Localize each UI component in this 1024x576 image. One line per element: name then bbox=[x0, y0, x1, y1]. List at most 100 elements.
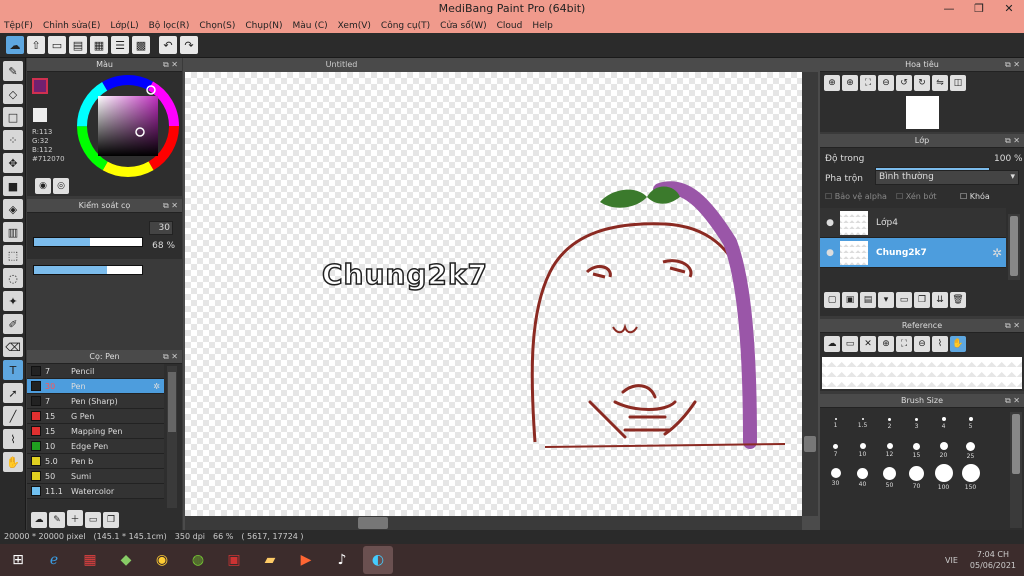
foreground-color-swatch[interactable] bbox=[32, 78, 48, 94]
gear-icon[interactable]: ✲ bbox=[992, 246, 1002, 260]
file-explorer-icon[interactable]: ▰ bbox=[255, 546, 285, 574]
restore-button[interactable]: ❐ bbox=[964, 0, 994, 18]
panel-close-icon[interactable]: ⧉ ✕ bbox=[1005, 58, 1020, 72]
hand-icon[interactable]: ✋ bbox=[3, 452, 23, 472]
brush-size-cell[interactable]: 5 bbox=[957, 410, 984, 437]
cloud-icon[interactable]: ☁ bbox=[6, 36, 24, 54]
brush-size-cell[interactable]: 7 bbox=[822, 437, 849, 464]
undo-icon[interactable]: ↶ bbox=[159, 36, 177, 54]
vertical-scrollbar[interactable] bbox=[802, 72, 818, 516]
reference-fit-icon[interactable]: ⛶ bbox=[896, 336, 912, 352]
app-red-icon[interactable]: ▣ bbox=[219, 546, 249, 574]
panel-close-icon[interactable]: ⧉ ✕ bbox=[1005, 394, 1020, 408]
layer-scrollbar[interactable] bbox=[1008, 214, 1020, 280]
panel-close-icon[interactable]: ⧉ ✕ bbox=[1005, 319, 1020, 333]
brush-size-slider[interactable] bbox=[33, 237, 143, 247]
select-rect-icon[interactable]: ⬚ bbox=[3, 245, 23, 265]
reference-close-icon[interactable]: ✕ bbox=[860, 336, 876, 352]
reference-view[interactable] bbox=[822, 357, 1022, 389]
menu-view[interactable]: Xem(V) bbox=[338, 21, 371, 31]
panel-close-icon[interactable]: ⧉ ✕ bbox=[163, 199, 178, 213]
new-1bit-layer-icon[interactable]: ▤ bbox=[860, 292, 876, 308]
menu-help[interactable]: Help bbox=[532, 21, 553, 31]
menu-file[interactable]: Tệp(F) bbox=[4, 21, 33, 31]
redo-icon[interactable]: ↷ bbox=[180, 36, 198, 54]
brush-size-cell[interactable]: 25 bbox=[957, 437, 984, 464]
transparent-color-swatch[interactable] bbox=[33, 108, 47, 122]
brush-item[interactable]: 7 Pencil bbox=[27, 364, 164, 379]
reference-hand-icon[interactable]: ✋ bbox=[950, 336, 966, 352]
brush-size-cell[interactable]: 3 bbox=[903, 410, 930, 437]
horizontal-scrollbar[interactable] bbox=[185, 516, 802, 530]
brush-size-cell[interactable]: 30 bbox=[822, 464, 849, 491]
menu-filter[interactable]: Bộ lọc(R) bbox=[149, 21, 190, 31]
medibang-icon[interactable]: ◐ bbox=[363, 546, 393, 574]
brush-size-cell[interactable]: 70 bbox=[903, 464, 930, 491]
brush-size-cell[interactable]: 4 bbox=[930, 410, 957, 437]
canvas[interactable]: Chung2k7 bbox=[185, 72, 802, 516]
bucket-icon[interactable]: ◈ bbox=[3, 199, 23, 219]
delete-layer-icon[interactable]: 🗑 bbox=[950, 292, 966, 308]
brush-item[interactable]: 5.0 Pen b bbox=[27, 454, 164, 469]
flip-icon[interactable]: ⇋ bbox=[932, 75, 948, 91]
menu-edit[interactable]: Chỉnh sửa(E) bbox=[43, 21, 100, 31]
move-icon[interactable]: ✥ bbox=[3, 153, 23, 173]
brush-size-cell[interactable]: 50 bbox=[876, 464, 903, 491]
brush-size-cell[interactable]: 1 bbox=[822, 410, 849, 437]
menu-cloud[interactable]: Cloud bbox=[497, 21, 523, 31]
brush-size-scrollbar[interactable] bbox=[1010, 412, 1022, 528]
brush-copy-icon[interactable]: ❐ bbox=[103, 511, 119, 528]
panel-close-icon[interactable]: ⧉ ✕ bbox=[163, 58, 178, 72]
brush-item[interactable]: 11.1 Watercolor bbox=[27, 484, 164, 499]
internet-explorer-icon[interactable]: ℯ bbox=[39, 546, 69, 574]
menu-window[interactable]: Cửa sổ(W) bbox=[440, 21, 486, 31]
brush-size-cell[interactable]: 2 bbox=[876, 410, 903, 437]
eraser-icon[interactable]: ◇ bbox=[3, 84, 23, 104]
rect-icon[interactable]: □ bbox=[3, 107, 23, 127]
brush-size-cell[interactable]: 40 bbox=[849, 464, 876, 491]
brush-folder-icon[interactable]: ▭ bbox=[85, 511, 101, 528]
navigator-preview[interactable] bbox=[906, 96, 939, 129]
reference-open-icon[interactable]: ▭ bbox=[842, 336, 858, 352]
blend-mode-select[interactable]: Bình thường ▾ bbox=[875, 170, 1019, 185]
zoom-out-icon[interactable]: ⊖ bbox=[878, 75, 894, 91]
duplicate-layer-icon[interactable]: ❐ bbox=[914, 292, 930, 308]
lock-checkbox[interactable]: ☐ bbox=[960, 192, 970, 201]
layer-item[interactable]: ● Chung2k7 ✲ bbox=[820, 238, 1006, 268]
merge-layer-icon[interactable]: ⇊ bbox=[932, 292, 948, 308]
close-button[interactable]: ✕ bbox=[994, 0, 1024, 18]
brush-size-cell[interactable]: 150 bbox=[957, 464, 984, 491]
select-pen-icon[interactable]: ✐ bbox=[3, 314, 23, 334]
eye-icon[interactable]: ● bbox=[820, 218, 840, 228]
select-eraser-icon[interactable]: ⌫ bbox=[3, 337, 23, 357]
clock[interactable]: 7:04 CH 05/06/2021 bbox=[970, 549, 1016, 571]
brush-size-cell[interactable]: 15 bbox=[903, 437, 930, 464]
new-layer-icon[interactable]: ▢ bbox=[824, 292, 840, 308]
text-icon[interactable]: T bbox=[3, 360, 23, 380]
tab-untitled[interactable]: Untitled bbox=[183, 58, 500, 71]
clip-checkbox[interactable]: ☐ bbox=[896, 192, 906, 201]
brush-item[interactable]: 10 Edge Pen bbox=[27, 439, 164, 454]
brush-item[interactable]: 7 Pen (Sharp) bbox=[27, 394, 164, 409]
reference-cloud-icon[interactable]: ☁ bbox=[824, 336, 840, 352]
tiktok-icon[interactable]: ♪ bbox=[327, 546, 357, 574]
menu-tools[interactable]: Công cụ(T) bbox=[381, 21, 430, 31]
new-halftone-layer-icon[interactable]: ▣ bbox=[842, 292, 858, 308]
layer-item[interactable]: ● Lớp4 bbox=[820, 208, 1006, 238]
app-green-icon[interactable]: ◍ bbox=[183, 546, 213, 574]
reference-zoom-out-icon[interactable]: ⊖ bbox=[914, 336, 930, 352]
brush-list-scrollbar[interactable] bbox=[167, 366, 177, 508]
bluestacks-icon[interactable]: ◆ bbox=[111, 546, 141, 574]
games-icon[interactable]: ▦ bbox=[75, 546, 105, 574]
magic-wand-icon[interactable]: ✦ bbox=[3, 291, 23, 311]
zoom-in-plus-icon[interactable]: ⊕ bbox=[842, 75, 858, 91]
dot-icon[interactable]: ⁘ bbox=[3, 130, 23, 150]
brush-size-cell[interactable]: 10 bbox=[849, 437, 876, 464]
upload-icon[interactable]: ⇧ bbox=[27, 36, 45, 54]
brush-size-value[interactable]: 30 bbox=[149, 221, 173, 235]
rotate-left-icon[interactable]: ↺ bbox=[896, 75, 912, 91]
menu-select[interactable]: Chọn(S) bbox=[199, 21, 235, 31]
chat-icon[interactable]: ▭ bbox=[48, 36, 66, 54]
brush-size-cell[interactable]: 20 bbox=[930, 437, 957, 464]
palette-icon[interactable]: ◉ bbox=[35, 178, 51, 194]
